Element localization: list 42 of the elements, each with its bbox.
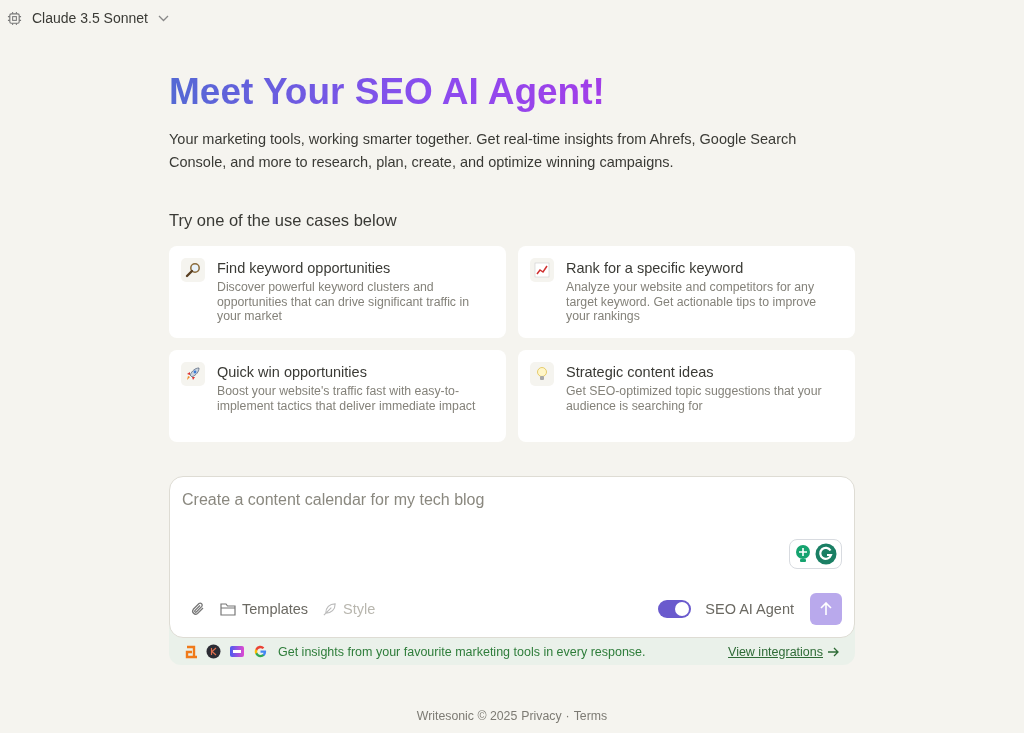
chevron-down-icon bbox=[158, 14, 169, 22]
privacy-link[interactable]: Privacy bbox=[521, 709, 562, 723]
rocket-icon bbox=[185, 366, 201, 382]
grammarly-widget[interactable] bbox=[789, 539, 842, 569]
letter-logo-icon bbox=[185, 644, 198, 659]
feather-icon bbox=[322, 601, 338, 617]
chart-icon bbox=[534, 262, 550, 278]
copyright-text: Writesonic © 2025 bbox=[416, 709, 518, 723]
use-case-card[interactable]: Strategic content ideas Get SEO-optimized topic suggestions that your audience is searching for bbox=[518, 350, 855, 442]
folder-icon bbox=[220, 602, 236, 616]
agent-toggle[interactable] bbox=[658, 600, 692, 618]
arrow-right-icon bbox=[827, 646, 839, 657]
use-case-description: Discover powerful keyword clusters and opportunities that can drive significant traffic in your market bbox=[217, 280, 470, 324]
use-case-description: Analyze your website and competitors for any target keyword. Get actionable tips to improve your rankings bbox=[566, 280, 818, 324]
chip-icon bbox=[7, 10, 22, 26]
use-case-card[interactable]: Rank for a specific keyword Analyze your website and competitors for any target keyword. Get actionable tips to improve your rankings bbox=[518, 246, 855, 338]
model-picker[interactable]: Claude 3.5 Sonnet bbox=[32, 10, 169, 26]
grammarly-logo-icon bbox=[815, 543, 837, 565]
integrations-text: Get insights from your favourite marketing tools in every response. bbox=[278, 644, 647, 659]
view-integrations-link[interactable]: View integrations bbox=[728, 644, 839, 659]
lightbulb-icon bbox=[794, 544, 812, 564]
lightbulb-icon bbox=[534, 366, 550, 382]
use-case-title: Find keyword opportunities bbox=[217, 259, 392, 278]
badge-logo-icon bbox=[229, 644, 245, 659]
google-logo-icon bbox=[253, 644, 268, 659]
use-case-card[interactable]: Quick win opportunities Boost your website's traffic fast with easy-to-implement tactics that deliver immediate impact bbox=[169, 350, 506, 442]
use-case-description: Get SEO-optimized topic suggestions that your audience is searching for bbox=[566, 384, 823, 413]
magnifier-icon bbox=[185, 262, 201, 278]
use-case-card[interactable]: Find keyword opportunities Discover powerful keyword clusters and opportunities that can drive significant traffic in your market bbox=[169, 246, 506, 338]
agent-toggle-label: SEO AI Agent bbox=[705, 601, 794, 617]
intro-text: Your marketing tools, working smarter together. Get real-time insights from Ahrefs, Google Search Console, and more to research, plan, create, and optimize winning campaigns. bbox=[169, 130, 798, 172]
templates-button[interactable]: Templates bbox=[220, 601, 309, 617]
use-case-title: Strategic content ideas bbox=[566, 363, 715, 382]
terms-link[interactable]: Terms bbox=[573, 709, 608, 723]
paperclip-icon[interactable] bbox=[190, 601, 206, 617]
use-cases-title: Try one of the use cases below bbox=[169, 211, 398, 230]
arrow-up-icon bbox=[819, 602, 833, 616]
circle-logo-icon bbox=[206, 644, 221, 659]
use-case-description: Boost your website's traffic fast with easy-to-implement tactics that deliver immediate impact bbox=[217, 384, 477, 413]
use-case-title: Rank for a specific keyword bbox=[566, 259, 745, 278]
separator-dot: · bbox=[565, 709, 570, 723]
use-case-title: Quick win opportunities bbox=[217, 363, 368, 382]
